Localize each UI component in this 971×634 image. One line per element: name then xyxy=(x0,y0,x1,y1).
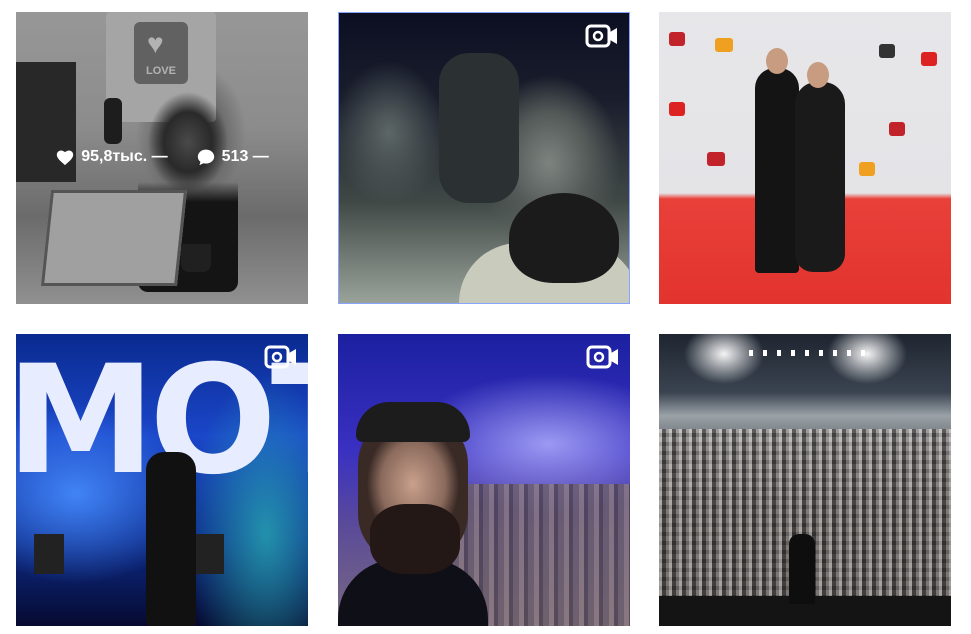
performer xyxy=(146,452,196,626)
press-wall-logo xyxy=(715,38,734,52)
performer xyxy=(789,534,815,604)
woman-head xyxy=(807,62,829,88)
post-thumbnail-6[interactable] xyxy=(659,334,951,626)
man-in-suit xyxy=(755,68,799,273)
comments-count: 513 — xyxy=(221,148,269,165)
woman-in-dress xyxy=(795,82,845,272)
comment-bubble-icon xyxy=(197,149,214,166)
press-wall-logo xyxy=(859,162,875,176)
likes-count: 95,8тыс. — xyxy=(81,148,168,165)
car-seat xyxy=(439,53,519,203)
post-stats: 95,8тыс. — 513 — xyxy=(16,148,308,166)
video-camera-icon xyxy=(586,345,618,369)
press-wall-logo xyxy=(889,122,905,136)
comments-stat: 513 — xyxy=(196,148,269,166)
press-wall-logo xyxy=(921,52,937,66)
press-wall-logo xyxy=(669,102,685,116)
post-image xyxy=(659,12,951,304)
stage-speaker xyxy=(194,534,224,574)
post-thumbnail-1[interactable]: LOVE ♥ 95,8тыс. — 513 — xyxy=(16,12,308,304)
man-head xyxy=(766,48,788,74)
video-camera-icon xyxy=(264,345,296,369)
heart-icon xyxy=(57,150,74,166)
press-wall-logo xyxy=(879,44,895,58)
post-thumbnail-5[interactable] xyxy=(338,334,630,626)
post-image xyxy=(659,334,951,626)
post-thumbnail-2[interactable] xyxy=(338,12,630,304)
post-thumbnail-4[interactable]: MOT xyxy=(16,334,308,626)
post-image xyxy=(339,13,629,303)
press-wall-logo xyxy=(669,32,685,46)
beard xyxy=(370,504,460,574)
post-image xyxy=(338,334,630,626)
stage-lights xyxy=(749,350,869,356)
press-wall-logo xyxy=(707,152,726,166)
cap xyxy=(356,402,470,442)
beard xyxy=(509,193,619,283)
post-image: MOT xyxy=(16,334,308,626)
video-camera-icon xyxy=(585,24,617,48)
stage-speaker xyxy=(34,534,64,574)
likes-stat: 95,8тыс. — xyxy=(55,148,168,166)
post-thumbnail-3[interactable] xyxy=(659,12,951,304)
posts-grid: LOVE ♥ 95,8тыс. — 513 — MO xyxy=(0,0,971,634)
